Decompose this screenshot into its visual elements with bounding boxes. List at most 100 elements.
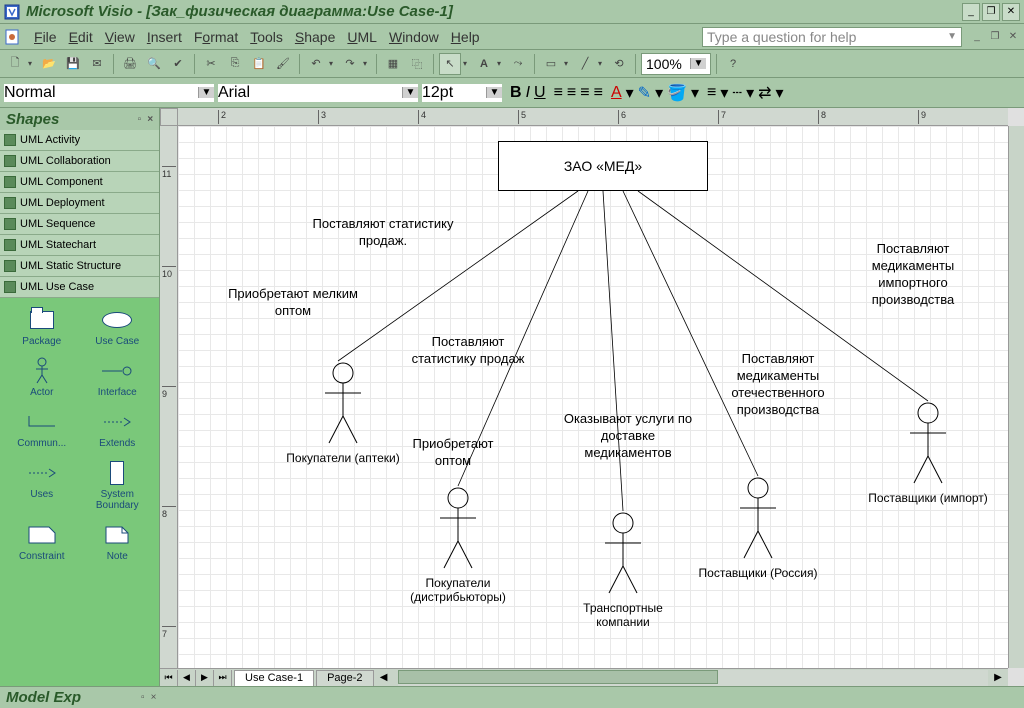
tab-nav-last[interactable]: ⏭ bbox=[214, 670, 232, 686]
menu-format[interactable]: Format bbox=[188, 27, 244, 47]
vertical-ruler[interactable]: 11 10 9 8 7 bbox=[160, 126, 178, 668]
new-dropdown[interactable]: ▾ bbox=[28, 59, 36, 68]
page-tab-2[interactable]: Page-2 bbox=[316, 670, 373, 686]
line-color-dropdown[interactable]: ▾ bbox=[655, 83, 663, 103]
fill-color-dropdown[interactable]: ▾ bbox=[691, 83, 699, 103]
main-system-box[interactable]: ЗАО «МЕД» bbox=[498, 141, 708, 191]
shape-communicates[interactable]: Commun... bbox=[6, 406, 78, 451]
cut-button[interactable]: ✂ bbox=[200, 53, 222, 75]
align-right-button[interactable]: ≡ bbox=[580, 84, 589, 102]
hscroll-right-button[interactable]: ▶ bbox=[988, 672, 1008, 683]
font-combo[interactable]: Arial▼ bbox=[218, 84, 418, 102]
actor-pharmacies[interactable] bbox=[323, 361, 363, 446]
rotate-button[interactable]: ⟲ bbox=[608, 53, 630, 75]
hscroll-left-button[interactable]: ◀ bbox=[374, 672, 394, 683]
actor-import-suppliers[interactable] bbox=[908, 401, 948, 486]
align-center-button[interactable]: ≡ bbox=[567, 84, 576, 102]
shape-interface[interactable]: Interface bbox=[82, 355, 154, 400]
tab-nav-next[interactable]: ▶ bbox=[196, 670, 214, 686]
underline-button[interactable]: U bbox=[534, 84, 546, 102]
paste-button[interactable]: 📋 bbox=[248, 53, 270, 75]
shape-note[interactable]: Note bbox=[82, 519, 154, 564]
pointer-tool-button[interactable]: ↖ bbox=[439, 53, 461, 75]
spelling-button[interactable]: ✔ bbox=[167, 53, 189, 75]
redo-dropdown[interactable]: ▾ bbox=[363, 59, 371, 68]
stencil-uml-static-structure[interactable]: UML Static Structure bbox=[0, 256, 159, 277]
fill-color-button[interactable]: 🪣 bbox=[667, 83, 687, 103]
menu-uml[interactable]: UML bbox=[341, 27, 383, 47]
stencil-uml-activity[interactable]: UML Activity bbox=[0, 130, 159, 151]
save-button[interactable]: 💾 bbox=[62, 53, 84, 75]
model-exp-close-button[interactable]: × bbox=[151, 692, 157, 703]
size-dropdown[interactable]: ▼ bbox=[486, 87, 502, 98]
menu-file[interactable]: File bbox=[28, 27, 63, 47]
italic-button[interactable]: I bbox=[526, 84, 530, 102]
menu-insert[interactable]: Insert bbox=[141, 27, 188, 47]
line-pattern-button[interactable]: ┄ bbox=[732, 83, 742, 103]
line-color-button[interactable]: ✎ bbox=[638, 83, 651, 103]
print-button[interactable]: 🖨 bbox=[119, 53, 141, 75]
line-ends-dropdown[interactable]: ▾ bbox=[776, 83, 784, 103]
menu-edit[interactable]: Edit bbox=[63, 27, 99, 47]
line-weight-button[interactable]: ≡ bbox=[707, 84, 716, 102]
stencil-uml-statechart[interactable]: UML Statechart bbox=[0, 235, 159, 256]
undo-dropdown[interactable]: ▾ bbox=[329, 59, 337, 68]
close-button[interactable]: ✕ bbox=[1002, 3, 1020, 21]
tab-nav-prev[interactable]: ◀ bbox=[178, 670, 196, 686]
ruler-corner[interactable] bbox=[160, 108, 178, 126]
model-exp-pin-button[interactable]: ▫ bbox=[141, 692, 145, 703]
connector-tool-button[interactable]: ⤳ bbox=[507, 53, 529, 75]
mdi-minimize-button[interactable]: _ bbox=[970, 30, 984, 44]
shape-package[interactable]: Package bbox=[6, 304, 78, 349]
print-preview-button[interactable]: 🔍 bbox=[143, 53, 165, 75]
tab-nav-first[interactable]: ⏮ bbox=[160, 670, 178, 686]
shapes-close-button[interactable]: × bbox=[147, 114, 153, 125]
open-button[interactable]: 📂 bbox=[38, 53, 60, 75]
rectangle-tool-button[interactable]: ▭ bbox=[540, 53, 562, 75]
vertical-scrollbar[interactable] bbox=[1008, 126, 1024, 668]
help-button[interactable]: ? bbox=[722, 53, 744, 75]
stencil-uml-sequence[interactable]: UML Sequence bbox=[0, 214, 159, 235]
canvas[interactable]: ЗАО «МЕД» Поставляют статистику продаж. … bbox=[178, 126, 1008, 668]
undo-button[interactable]: ↶ bbox=[305, 53, 327, 75]
shapes-pin-button[interactable]: ▫ bbox=[138, 114, 142, 125]
mail-button[interactable]: ✉ bbox=[86, 53, 108, 75]
horizontal-scrollbar[interactable] bbox=[398, 670, 988, 686]
shape-use-case[interactable]: Use Case bbox=[82, 304, 154, 349]
size-combo[interactable]: 12pt▼ bbox=[422, 84, 502, 102]
line-pattern-dropdown[interactable]: ▾ bbox=[746, 83, 754, 103]
menu-help[interactable]: Help bbox=[445, 27, 486, 47]
format-painter-button[interactable]: 🖌 bbox=[272, 53, 294, 75]
font-color-dropdown[interactable]: ▾ bbox=[626, 83, 634, 103]
shape-constraint[interactable]: Constraint bbox=[6, 519, 78, 564]
align-left-button[interactable]: ≡ bbox=[554, 84, 563, 102]
horizontal-ruler[interactable]: 2 3 4 5 6 7 8 9 bbox=[178, 108, 1008, 126]
help-question-input[interactable]: Type a question for help▼ bbox=[702, 27, 962, 47]
page-tab-active[interactable]: Use Case-1 bbox=[234, 670, 314, 686]
text-dropdown[interactable]: ▾ bbox=[497, 59, 505, 68]
copy-button[interactable]: ⎘ bbox=[224, 53, 246, 75]
line-weight-dropdown[interactable]: ▾ bbox=[720, 83, 728, 103]
line-dropdown[interactable]: ▾ bbox=[598, 59, 606, 68]
menu-tools[interactable]: Tools bbox=[244, 27, 289, 47]
line-tool-button[interactable]: ╱ bbox=[574, 53, 596, 75]
font-color-button[interactable]: A bbox=[611, 84, 622, 102]
menu-view[interactable]: View bbox=[99, 27, 141, 47]
maximize-button[interactable]: ❐ bbox=[982, 3, 1000, 21]
style-dropdown[interactable]: ▼ bbox=[198, 87, 214, 98]
group-button[interactable]: ⿻ bbox=[406, 53, 428, 75]
rect-dropdown[interactable]: ▾ bbox=[564, 59, 572, 68]
actor-distributors[interactable] bbox=[438, 486, 478, 571]
mdi-close-button[interactable]: ✕ bbox=[1006, 30, 1020, 44]
shape-extends[interactable]: Extends bbox=[82, 406, 154, 451]
style-combo[interactable]: Normal▼ bbox=[4, 84, 214, 102]
zoom-combo[interactable]: 100%▼ bbox=[641, 53, 711, 75]
pointer-dropdown[interactable]: ▾ bbox=[463, 59, 471, 68]
new-button[interactable]: 🗋 bbox=[4, 53, 26, 75]
redo-button[interactable]: ↷ bbox=[339, 53, 361, 75]
menu-window[interactable]: Window bbox=[383, 27, 445, 47]
text-tool-button[interactable]: A bbox=[473, 53, 495, 75]
menu-shape[interactable]: Shape bbox=[289, 27, 342, 47]
shape-actor[interactable]: Actor bbox=[6, 355, 78, 400]
zoom-dropdown[interactable]: ▼ bbox=[690, 58, 706, 69]
